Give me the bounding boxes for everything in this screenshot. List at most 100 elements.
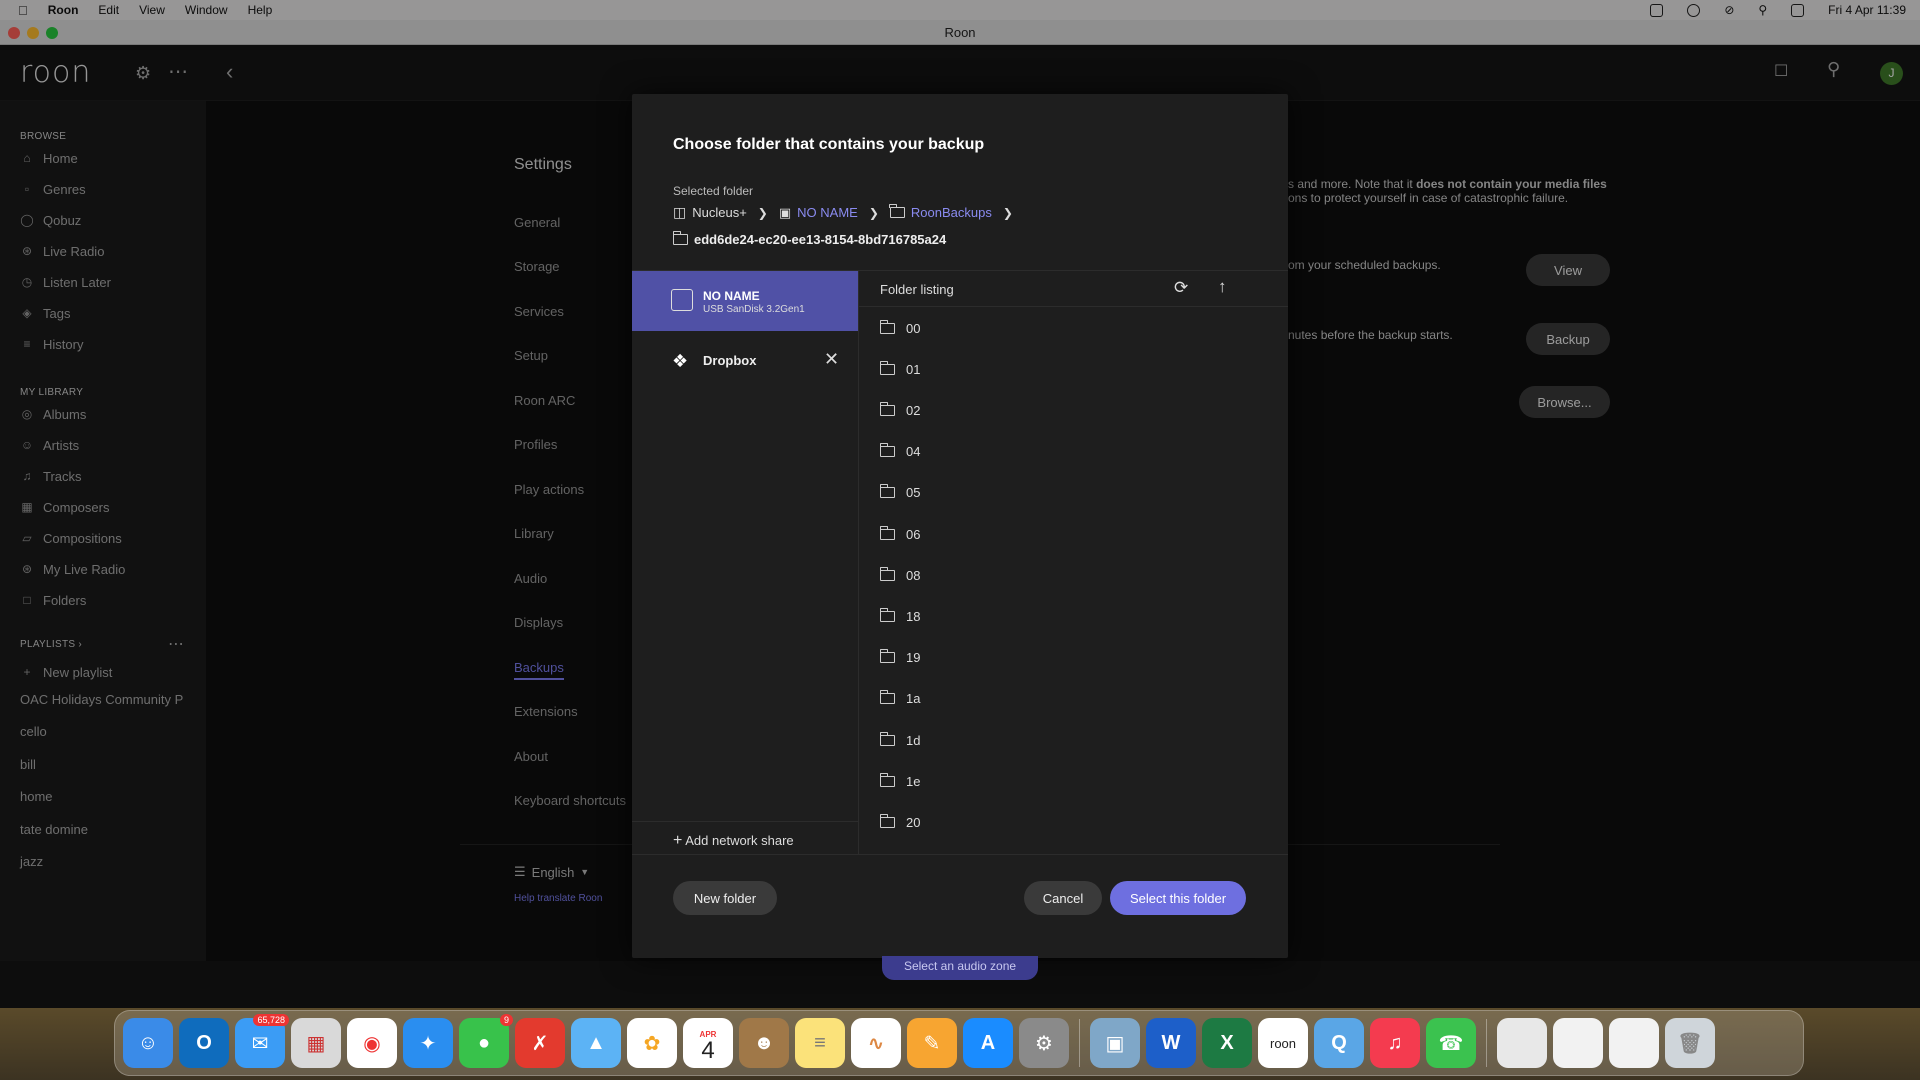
folder-name: 1a: [906, 691, 921, 707]
choose-folder-dialog: Choose folder that contains your backup …: [632, 94, 1288, 958]
chevron-right-icon: ❯: [868, 205, 879, 220]
folder-name: 1e: [906, 773, 921, 789]
calendar-day: 4: [701, 1037, 715, 1064]
trash-icon[interactable]: 🗑: [1665, 1018, 1715, 1068]
folder-name: 1d: [906, 732, 921, 748]
folder-icon: [879, 649, 895, 664]
usb-drive-icon: [671, 289, 693, 311]
cross-app-icon[interactable]: ✗: [515, 1018, 565, 1068]
folder-row[interactable]: 1a: [879, 689, 921, 709]
source-subtitle: USB SanDisk 3.2Gen1: [703, 304, 805, 315]
folder-name: 00: [906, 320, 921, 336]
folder-listing-title: Folder listing: [880, 282, 954, 297]
folder-row[interactable]: 19: [879, 648, 921, 668]
excel-icon[interactable]: X: [1202, 1018, 1252, 1068]
refresh-icon[interactable]: ⟳: [1174, 278, 1188, 298]
preview-icon[interactable]: ▣: [1090, 1018, 1140, 1068]
folder-row[interactable]: 02: [879, 400, 921, 420]
dock-separator: [1079, 1019, 1080, 1067]
new-folder-button[interactable]: New folder: [673, 881, 777, 915]
launchpad-icon[interactable]: ▦: [291, 1018, 341, 1068]
chevron-right-icon: ❯: [1002, 205, 1013, 220]
folder-name: 04: [906, 444, 921, 460]
selected-folder-label: Selected folder: [673, 184, 754, 198]
nucleus-icon: ◫: [673, 204, 687, 220]
folder-name: 08: [906, 567, 921, 583]
recent-document-icon[interactable]: [1497, 1018, 1547, 1068]
folder-name: 06: [906, 526, 921, 542]
crumb-roonbackups[interactable]: RoonBackups: [911, 205, 992, 220]
app-store-icon[interactable]: A: [963, 1018, 1013, 1068]
music-icon[interactable]: ♫: [1370, 1018, 1420, 1068]
messages-icon[interactable]: ● 9: [459, 1014, 513, 1068]
arrow-up-icon[interactable]: ↑: [1218, 277, 1227, 297]
calendar-icon[interactable]: APR 4: [683, 1018, 733, 1068]
drive-icon: ▣: [778, 204, 792, 220]
folder-row[interactable]: 18: [879, 606, 920, 626]
cancel-button[interactable]: Cancel: [1024, 881, 1102, 915]
folder-icon: [879, 484, 895, 499]
plus-icon: +: [673, 832, 683, 849]
folder-row[interactable]: 1d: [879, 730, 921, 750]
source-name: NO NAME: [703, 289, 760, 303]
recent-document-icon[interactable]: [1609, 1018, 1659, 1068]
system-settings-icon[interactable]: ⚙: [1019, 1018, 1069, 1068]
folder-name: 05: [906, 485, 921, 501]
chrome-icon[interactable]: ◉: [347, 1018, 397, 1068]
folder-row[interactable]: 1e: [879, 771, 921, 791]
folder-icon: [879, 566, 895, 581]
source-list: NO NAME USB SanDisk 3.2Gen1 ❖ Dropbox ✕ …: [632, 270, 859, 854]
select-audio-zone-button[interactable]: Select an audio zone: [882, 956, 1038, 980]
maps-icon[interactable]: ▲: [571, 1018, 621, 1068]
folder-name: 02: [906, 402, 921, 418]
folder-name: 19: [906, 650, 921, 666]
select-this-folder-button[interactable]: Select this folder: [1110, 881, 1246, 915]
selected-path-label: edd6de24-ec20-ee13-8154-8bd716785a24: [694, 232, 947, 247]
dialog-title: Choose folder that contains your backup: [673, 136, 985, 153]
folder-icon: [672, 231, 688, 245]
dropbox-icon: ❖: [672, 351, 689, 371]
photos-icon[interactable]: ✿: [627, 1018, 677, 1068]
whatsapp-icon[interactable]: ☎: [1426, 1018, 1476, 1068]
pages-icon[interactable]: ✎: [907, 1018, 957, 1068]
recent-document-icon[interactable]: [1553, 1018, 1603, 1068]
folder-listing: Folder listing ⟳ ↑ 00 01 02 04 05 06 08 18 19 1a 1…: [859, 270, 1288, 854]
mail-icon[interactable]: ✉ 65,728: [235, 1014, 289, 1068]
folder-icon: [879, 443, 895, 458]
folder-row[interactable]: 00: [879, 318, 921, 338]
roon-app-icon[interactable]: roon: [1258, 1018, 1308, 1068]
folder-icon: [889, 204, 905, 218]
dock-separator: [1486, 1019, 1487, 1067]
notes-icon[interactable]: ≡: [795, 1018, 845, 1068]
folder-icon: [879, 690, 895, 705]
close-icon[interactable]: ✕: [824, 349, 839, 370]
folder-icon: [879, 319, 895, 334]
folder-row[interactable]: 06: [879, 524, 921, 544]
folder-icon: [879, 360, 895, 375]
finder-icon[interactable]: ☺: [123, 1018, 173, 1068]
folder-row[interactable]: 20: [879, 812, 921, 832]
folder-name: 20: [906, 814, 921, 830]
folder-row[interactable]: 05: [879, 483, 921, 503]
breadcrumb: ◫ Nucleus+ ❯ ▣ NO NAME ❯ RoonBackups ❯: [673, 204, 1018, 221]
crumb-no-name[interactable]: NO NAME: [797, 205, 858, 220]
outlook-icon[interactable]: O: [179, 1018, 229, 1068]
folder-row[interactable]: 08: [879, 565, 921, 585]
folder-row[interactable]: 01: [879, 359, 920, 379]
word-icon[interactable]: W: [1146, 1018, 1196, 1068]
add-network-share-button[interactable]: + Add network share: [632, 821, 858, 855]
mail-badge: 65,728: [253, 1014, 289, 1026]
crumb-nucleus[interactable]: Nucleus+: [692, 205, 747, 220]
quicktime-icon[interactable]: Q: [1314, 1018, 1364, 1068]
safari-icon[interactable]: ✦: [403, 1018, 453, 1068]
contacts-icon[interactable]: ☻: [739, 1018, 789, 1068]
chevron-right-icon: ❯: [757, 205, 768, 220]
add-network-share-label: Add network share: [685, 833, 794, 848]
dialog-footer: New folder Cancel Select this folder: [632, 854, 1288, 958]
folder-row[interactable]: 04: [879, 442, 921, 462]
folder-icon: [879, 772, 895, 787]
source-no-name[interactable]: NO NAME USB SanDisk 3.2Gen1: [632, 271, 858, 331]
folder-icon: [879, 401, 895, 416]
source-dropbox[interactable]: ❖ Dropbox ✕: [632, 347, 858, 377]
freeform-icon[interactable]: ∿: [851, 1018, 901, 1068]
